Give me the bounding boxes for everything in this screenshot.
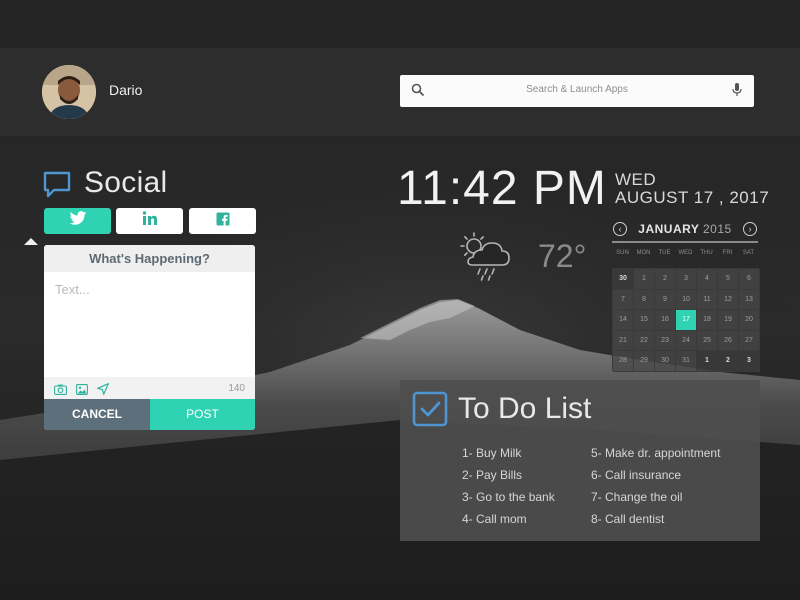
clock-date: AUGUST 17 , 2017 — [615, 188, 770, 207]
calendar-day[interactable]: 12 — [718, 289, 739, 311]
calendar-day[interactable]: 25 — [697, 330, 718, 352]
todo-item[interactable]: 1- Buy Milk — [462, 446, 521, 460]
cancel-button[interactable]: CANCEL — [44, 399, 150, 430]
avatar[interactable] — [42, 65, 96, 119]
calendar-day[interactable]: 13 — [739, 289, 760, 311]
calendar-day[interactable]: 21 — [613, 330, 634, 352]
calendar-weekday: FRI — [722, 250, 733, 256]
calendar-day[interactable]: 19 — [718, 310, 739, 331]
calendar-day[interactable]: 10 — [676, 289, 697, 311]
calendar-day[interactable]: 15 — [634, 310, 655, 331]
temperature: 72° — [538, 238, 587, 274]
linkedin-tab[interactable] — [116, 208, 183, 234]
calendar-day[interactable]: 27 — [739, 330, 760, 352]
calendar-weekday: TUE — [658, 250, 671, 256]
todo-item[interactable]: 5- Make dr. appointment — [591, 446, 720, 460]
location-arrow-icon[interactable] — [97, 382, 109, 400]
clock-time: 11:42 PM — [397, 162, 607, 215]
calendar-day[interactable]: 30 — [655, 351, 676, 372]
composer-title: What's Happening? — [44, 245, 255, 272]
character-count: 140 — [228, 383, 245, 394]
calendar-day[interactable]: 1 — [697, 351, 718, 372]
calendar-day[interactable]: 7 — [613, 289, 634, 311]
calendar-day[interactable]: 28 — [613, 351, 634, 372]
calendar-day[interactable]: 26 — [718, 330, 739, 352]
facebook-tab[interactable] — [189, 208, 256, 234]
todo-panel: To Do List 1- Buy Milk 2- Pay Bills 3- Go … — [400, 380, 760, 541]
todo-item[interactable]: 2- Pay Bills — [462, 468, 522, 482]
calendar-day[interactable]: 31 — [676, 351, 697, 372]
search-input[interactable]: Search & Launch Apps — [400, 84, 754, 95]
calendar-weekday: WED — [678, 250, 693, 256]
calendar-day[interactable]: 5 — [718, 269, 739, 290]
calendar-grid: 30 1 2 3 4 5 6 7 8 9 10 11 12 13 14 15 16 17 18 19 20 21 22 23 2… — [612, 268, 760, 372]
search-bar[interactable]: Search & Launch Apps — [400, 75, 754, 107]
top-bar: Dario Search & Launch Apps — [0, 48, 800, 136]
post-composer: What's Happening? Text... 140 CANCEL POS… — [44, 245, 255, 430]
image-icon[interactable] — [76, 382, 88, 400]
calendar-day[interactable]: 11 — [697, 289, 718, 311]
calendar-weekday: SUN — [616, 250, 629, 256]
post-text-input[interactable]: Text... — [55, 282, 90, 297]
calendar-day[interactable]: 14 — [613, 310, 634, 331]
calendar-day[interactable]: 29 — [634, 351, 655, 372]
todo-item[interactable]: 3- Go to the bank — [462, 490, 555, 504]
todo-item[interactable]: 4- Call mom — [462, 512, 527, 526]
todo-item[interactable]: 6- Call insurance — [591, 468, 681, 482]
calendar-day[interactable]: 6 — [739, 269, 760, 290]
calendar-weekdays: SUN MON TUE WED THU FRI SAT — [612, 250, 759, 256]
calendar-day[interactable]: 3 — [676, 269, 697, 290]
calendar-title: JANUARY 2015 — [612, 222, 758, 236]
linkedin-icon — [142, 211, 158, 231]
calendar-day[interactable]: 16 — [655, 310, 676, 331]
clock-day: WED — [615, 170, 657, 189]
calendar-day[interactable]: 1 — [634, 269, 655, 290]
calendar-day[interactable]: 8 — [634, 289, 655, 311]
rain-cloud-icon — [456, 232, 512, 287]
calendar-day[interactable]: 18 — [697, 310, 718, 331]
chat-bubble-icon — [42, 170, 72, 203]
calendar-weekday: SAT — [742, 250, 755, 256]
card-caret — [24, 238, 38, 245]
checkbox-icon — [412, 391, 448, 432]
calendar-day[interactable]: 4 — [697, 269, 718, 290]
facebook-icon — [216, 212, 230, 231]
post-button[interactable]: POST — [150, 399, 255, 430]
calendar-month: JANUARY — [638, 222, 700, 236]
chevron-right-icon[interactable]: › — [743, 222, 757, 236]
calendar-year: 2015 — [703, 222, 732, 236]
twitter-tab[interactable] — [44, 208, 111, 234]
microphone-icon[interactable] — [732, 82, 742, 103]
twitter-icon — [69, 211, 87, 231]
calendar-day[interactable]: 20 — [739, 310, 760, 331]
calendar-day[interactable]: 3 — [739, 351, 760, 372]
calendar-day[interactable]: 2 — [718, 351, 739, 372]
calendar-day-selected[interactable]: 17 — [676, 310, 697, 331]
camera-icon[interactable] — [54, 382, 67, 400]
calendar-day[interactable]: 23 — [655, 330, 676, 352]
composer-toolbar: 140 — [44, 377, 255, 399]
social-title: Social — [84, 166, 168, 199]
calendar-day[interactable]: 30 — [613, 269, 634, 290]
calendar-weekday: THU — [700, 250, 713, 256]
user-name: Dario — [109, 82, 143, 98]
calendar-day[interactable]: 24 — [676, 330, 697, 352]
todo-title: To Do List — [458, 392, 592, 425]
todo-item[interactable]: 7- Change the oil — [591, 490, 682, 504]
todo-item[interactable]: 8- Call dentist — [591, 512, 664, 526]
calendar-day[interactable]: 2 — [655, 269, 676, 290]
calendar-header: ‹ JANUARY 2015 › — [612, 219, 758, 243]
calendar-day[interactable]: 9 — [655, 289, 676, 311]
calendar-weekday: MON — [636, 250, 651, 256]
calendar-day[interactable]: 22 — [634, 330, 655, 352]
